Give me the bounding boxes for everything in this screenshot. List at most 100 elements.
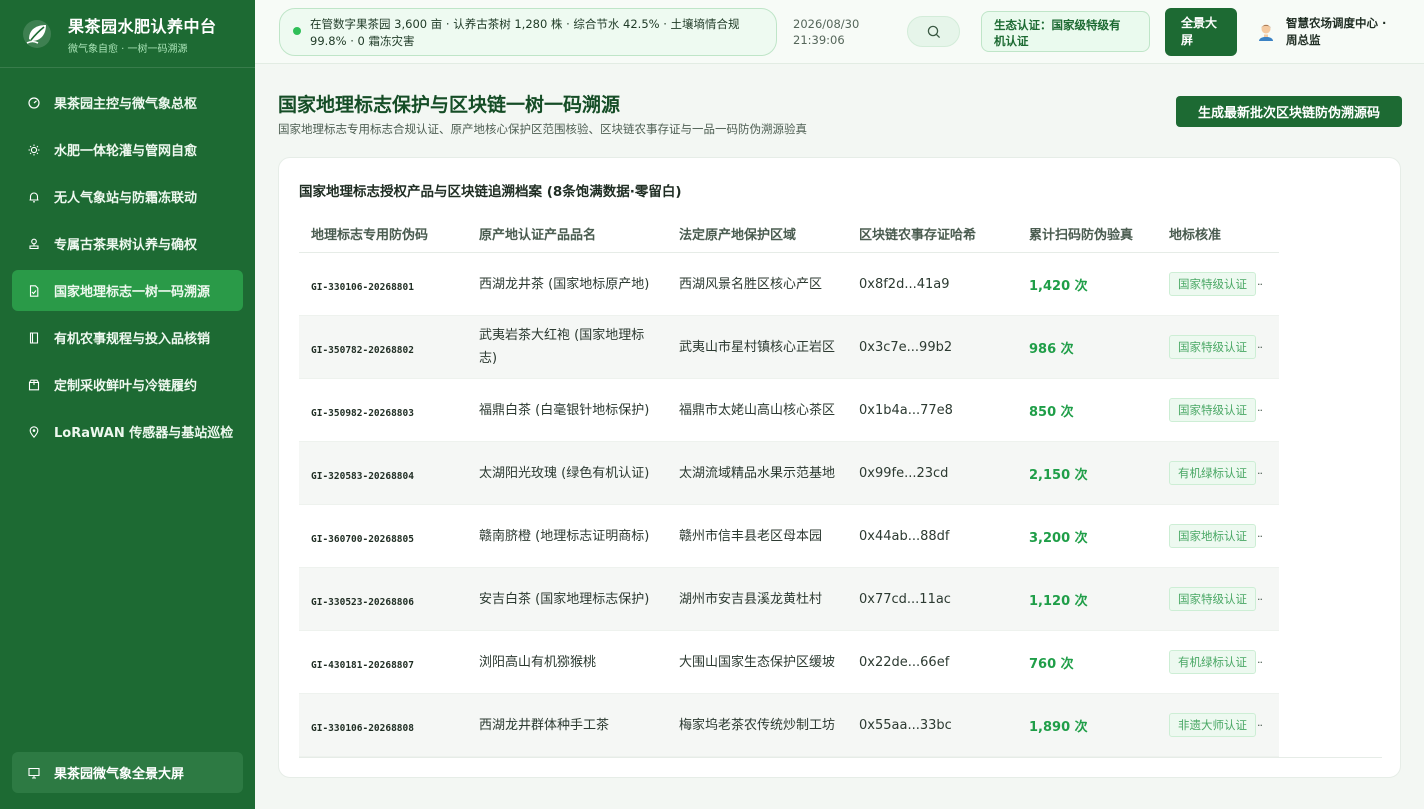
sidebar-item-gi-traceability[interactable]: 国家地理标志一树一码溯源 [12, 270, 243, 311]
pin-icon [28, 425, 40, 438]
sidebar-item-label: 无人气象站与防霜冻联动 [54, 191, 198, 206]
sidebar-item-label: 国家地理标志一树一码溯源 [54, 285, 211, 300]
gi-code: GI-330523-20268806 [311, 596, 414, 608]
more-indicator: ·· [1257, 466, 1263, 480]
sidebar-item-label: 有机农事规程与投入品核销 [54, 332, 211, 347]
stamp-icon [28, 238, 40, 250]
status-badge: 非遗大师认证 [1169, 713, 1256, 737]
sidebar-item-weather-station[interactable]: 无人气象站与防霜冻联动 [12, 176, 243, 217]
sidebar-item-label: 水肥一体轮灌与管网自愈 [54, 144, 198, 159]
scan-count: 2,150 次 [1029, 467, 1088, 483]
bell-icon [28, 191, 40, 203]
user-title: 周总监 [1286, 33, 1321, 47]
product-name: 武夷岩茶大红袍 (国家地理标志) [479, 328, 645, 366]
panorama-button[interactable]: 全景大 屏 [1165, 8, 1237, 56]
more-indicator: ·· [1257, 529, 1263, 543]
sidebar-item-label: LoRaWAN 传感器与基站巡检 [54, 426, 234, 441]
table-row[interactable]: GI-330106-20268808 西湖龙井群体种手工茶 梅家坞老茶农传统炒制… [299, 694, 1279, 757]
search-button[interactable] [907, 16, 960, 47]
document-check-icon [28, 284, 40, 297]
status-badge: 国家地标认证 [1169, 524, 1256, 548]
status-badge: 国家特级认证 [1169, 398, 1256, 422]
package-icon [28, 379, 40, 391]
sidebar-item-label: 果茶园主控与微气象总枢 [54, 97, 198, 112]
user-menu[interactable]: 智慧农场调度中心 · 周总监 [1256, 15, 1386, 49]
sidebar-item-main-control[interactable]: 果茶园主控与微气象总枢 [12, 82, 243, 123]
product-name: 浏阳高山有机猕猴桃 [479, 654, 597, 670]
scan-count: 986 次 [1029, 341, 1074, 357]
table-row[interactable]: GI-350782-20268802 武夷岩茶大红袍 (国家地理标志) 武夷山市… [299, 316, 1279, 379]
origin-region: 太湖流域精品水果示范基地 [679, 465, 836, 481]
blockchain-hash: 0x44ab...88df [859, 528, 950, 544]
archive-table: 地理标志专用防伪码 原产地认证产品品名 法定原产地保护区域 区块链农事存证哈希 … [299, 215, 1382, 758]
gi-code: GI-350982-20268803 [311, 407, 414, 419]
app-subtitle: 微气象自愈 · 一树一码溯源 [68, 43, 188, 55]
eco-certification-badge: 生态认证：国家级特级有 机认证 [981, 11, 1150, 52]
table-row[interactable]: GI-360700-20268805 赣南脐橙 (地理标志证明商标) 赣州市信丰… [299, 505, 1279, 568]
sidebar-item-cold-chain[interactable]: 定制采收鲜叶与冷链履约 [12, 364, 243, 405]
gi-code: GI-330106-20268808 [311, 722, 414, 734]
origin-region: 西湖风景名胜区核心产区 [679, 276, 823, 292]
gi-code: GI-360700-20268805 [311, 533, 414, 545]
clock-date: 2026/08/30 [793, 17, 860, 31]
column-header-scans: 累计扫码防伪验真 [1029, 228, 1134, 243]
status-badge: 国家特级认证 [1169, 272, 1256, 296]
ticker-line-1: 在管数字果茶园 3,600 亩 · 认养古茶树 1,280 株 · 综合节水 4… [310, 17, 740, 31]
gi-code: GI-350782-20268802 [311, 344, 414, 356]
panorama-line-1: 全景大 [1181, 16, 1218, 30]
scan-count: 1,120 次 [1029, 593, 1088, 609]
blockchain-hash: 0x8f2d...41a9 [859, 276, 950, 292]
sidebar: 果茶园水肥认养中台 微气象自愈 · 一树一码溯源 果茶园主控与微气象总枢 水肥一… [0, 0, 255, 809]
card-title: 国家地理标志授权产品与区块链追溯档案 (8条饱满数据·零留白) [299, 184, 682, 200]
stats-ticker: 在管数字果茶园 3,600 亩 · 认养古茶树 1,280 株 · 综合节水 4… [279, 8, 777, 56]
status-badge: 有机绿标认证 [1169, 650, 1256, 674]
blockchain-hash: 0x1b4a...77e8 [859, 402, 953, 418]
leaf-logo-icon [23, 19, 51, 48]
blockchain-hash: 0x55aa...33bc [859, 717, 952, 733]
table-row[interactable]: GI-330106-20268801 西湖龙井茶 (国家地标原产地) 西湖风景名… [299, 253, 1279, 316]
book-icon [28, 331, 40, 344]
page-title: 国家地理标志保护与区块链一树一码溯源 [278, 94, 621, 116]
panorama-screen-link[interactable]: 果茶园微气象全景大屏 [12, 752, 243, 793]
top-header: 在管数字果茶园 3,600 亩 · 认养古茶树 1,280 株 · 综合节水 4… [255, 0, 1424, 64]
sidebar-item-organic-farming[interactable]: 有机农事规程与投入品核销 [12, 317, 243, 358]
column-header-product: 原产地认证产品品名 [479, 228, 597, 243]
table-row[interactable]: GI-430181-20268807 浏阳高山有机猕猴桃 大围山国家生态保护区缓… [299, 631, 1279, 694]
product-name: 西湖龙井群体种手工茶 [479, 717, 610, 733]
clock-time: 21:39:06 [793, 33, 845, 47]
archive-card: 国家地理标志授权产品与区块链追溯档案 (8条饱满数据·零留白) 地理标志专用防伪… [278, 157, 1401, 778]
table-bottom-rule [299, 757, 1382, 758]
product-name: 福鼎白茶 (白毫银针地标保护) [479, 402, 650, 418]
scan-count: 3,200 次 [1029, 530, 1088, 546]
generate-trace-code-button[interactable]: 生成最新批次区块链防伪溯源码 [1176, 96, 1402, 127]
status-badge: 国家特级认证 [1169, 587, 1256, 611]
gi-code: GI-320583-20268804 [311, 470, 414, 482]
sidebar-item-irrigation[interactable]: 水肥一体轮灌与管网自愈 [12, 129, 243, 170]
blockchain-hash: 0x77cd...11ac [859, 591, 951, 607]
sidebar-item-label: 专属古茶果树认养与确权 [54, 238, 198, 253]
scan-count: 1,890 次 [1029, 719, 1088, 735]
origin-region: 大围山国家生态保护区缓坡 [679, 654, 836, 670]
eco-line-1: 生态认证：国家级特级有 [994, 18, 1121, 32]
table-row[interactable]: GI-320583-20268804 太湖阳光玫瑰 (绿色有机认证) 太湖流域精… [299, 442, 1279, 505]
sidebar-item-tree-adoption[interactable]: 专属古茶果树认养与确权 [12, 223, 243, 264]
scan-count: 760 次 [1029, 656, 1074, 672]
search-icon [927, 25, 940, 38]
brand: 果茶园水肥认养中台 微气象自愈 · 一树一码溯源 [0, 0, 255, 68]
scan-count: 1,420 次 [1029, 278, 1088, 294]
monitor-icon [28, 767, 40, 779]
sidebar-item-lorawan[interactable]: LoRaWAN 传感器与基站巡检 [12, 411, 243, 452]
status-badge: 国家特级认证 [1169, 335, 1256, 359]
app-title: 果茶园水肥认养中台 [68, 16, 217, 36]
table-row[interactable]: GI-330523-20268806 安吉白茶 (国家地理标志保护) 湖州市安吉… [299, 568, 1279, 631]
more-indicator: ·· [1257, 340, 1263, 354]
more-indicator: ·· [1257, 655, 1263, 669]
product-name: 西湖龙井茶 (国家地标原产地) [479, 276, 650, 292]
table-header: 地理标志专用防伪码 原产地认证产品品名 法定原产地保护区域 区块链农事存证哈希 … [299, 215, 1279, 253]
origin-region: 赣州市信丰县老区母本园 [679, 528, 823, 544]
gi-code: GI-430181-20268807 [311, 659, 414, 671]
scan-count: 850 次 [1029, 404, 1074, 420]
origin-region: 湖州市安吉县溪龙黄杜村 [679, 591, 823, 607]
user-org: 智慧农场调度中心 · [1286, 16, 1387, 30]
table-row[interactable]: GI-350982-20268803 福鼎白茶 (白毫银针地标保护) 福鼎市太姥… [299, 379, 1279, 442]
